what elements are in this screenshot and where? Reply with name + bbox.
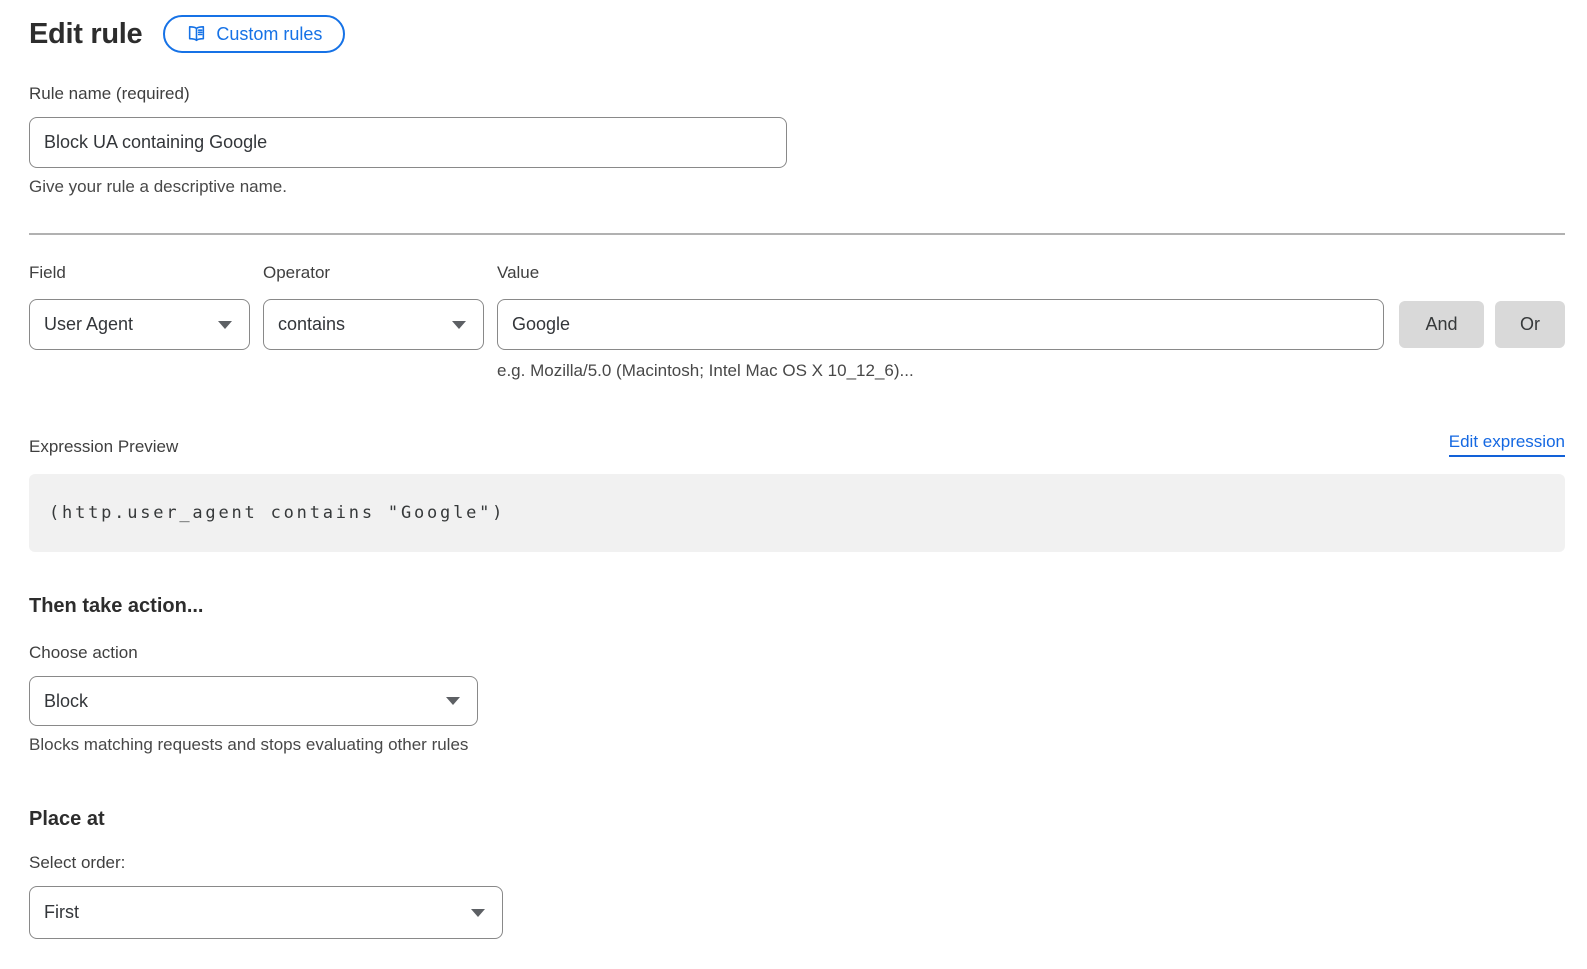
action-helper: Blocks matching requests and stops evalu… <box>29 735 1565 755</box>
field-select-value: User Agent <box>44 314 133 335</box>
or-button[interactable]: Or <box>1495 301 1565 348</box>
chevron-down-icon <box>452 321 466 329</box>
custom-rules-badge-label: Custom rules <box>216 24 322 45</box>
expression-header: Expression Preview Edit expression <box>29 432 1565 457</box>
page-title: Edit rule <box>29 18 142 51</box>
edit-expression-link[interactable]: Edit expression <box>1449 432 1565 457</box>
chevron-down-icon <box>218 321 232 329</box>
rule-name-label: Rule name (required) <box>29 84 1565 104</box>
expression-preview-label: Expression Preview <box>29 437 178 457</box>
chevron-down-icon <box>471 909 485 917</box>
order-select-value: First <box>44 902 79 923</box>
order-select[interactable]: First <box>29 886 503 939</box>
choose-action-label: Choose action <box>29 643 1565 663</box>
value-input[interactable] <box>497 299 1384 350</box>
operator-group: Operator contains <box>263 263 484 350</box>
chevron-down-icon <box>446 697 460 705</box>
rule-name-input[interactable] <box>29 117 787 168</box>
book-open-icon <box>186 24 207 44</box>
operator-select[interactable]: contains <box>263 299 484 350</box>
place-at-heading: Place at <box>29 808 1565 831</box>
placement-section: Place at Select order: First <box>29 808 1565 939</box>
action-section: Then take action... Choose action Block … <box>29 595 1565 755</box>
select-order-label: Select order: <box>29 853 1565 873</box>
section-divider <box>29 233 1565 235</box>
condition-row: Field User Agent Operator contains Value… <box>29 263 1565 381</box>
logic-buttons: And Or <box>1399 301 1565 348</box>
edit-rule-page: Edit rule Custom rules Rule name (requir… <box>0 0 1587 969</box>
value-helper: e.g. Mozilla/5.0 (Macintosh; Intel Mac O… <box>497 361 1384 381</box>
custom-rules-badge[interactable]: Custom rules <box>163 15 345 53</box>
page-header: Edit rule Custom rules <box>29 15 1565 53</box>
field-select[interactable]: User Agent <box>29 299 250 350</box>
expression-code: (http.user_agent contains "Google") <box>49 503 505 523</box>
field-group: Field User Agent <box>29 263 250 350</box>
action-heading: Then take action... <box>29 595 1565 618</box>
and-button[interactable]: And <box>1399 301 1484 348</box>
action-select-value: Block <box>44 691 88 712</box>
expression-preview-box: (http.user_agent contains "Google") <box>29 474 1565 552</box>
rule-name-group: Rule name (required) Give your rule a de… <box>29 84 1565 197</box>
field-label: Field <box>29 263 250 283</box>
value-label: Value <box>497 263 1384 283</box>
operator-label: Operator <box>263 263 484 283</box>
operator-select-value: contains <box>278 314 345 335</box>
action-select[interactable]: Block <box>29 676 478 726</box>
value-group: Value e.g. Mozilla/5.0 (Macintosh; Intel… <box>497 263 1384 381</box>
rule-name-helper: Give your rule a descriptive name. <box>29 177 1565 197</box>
